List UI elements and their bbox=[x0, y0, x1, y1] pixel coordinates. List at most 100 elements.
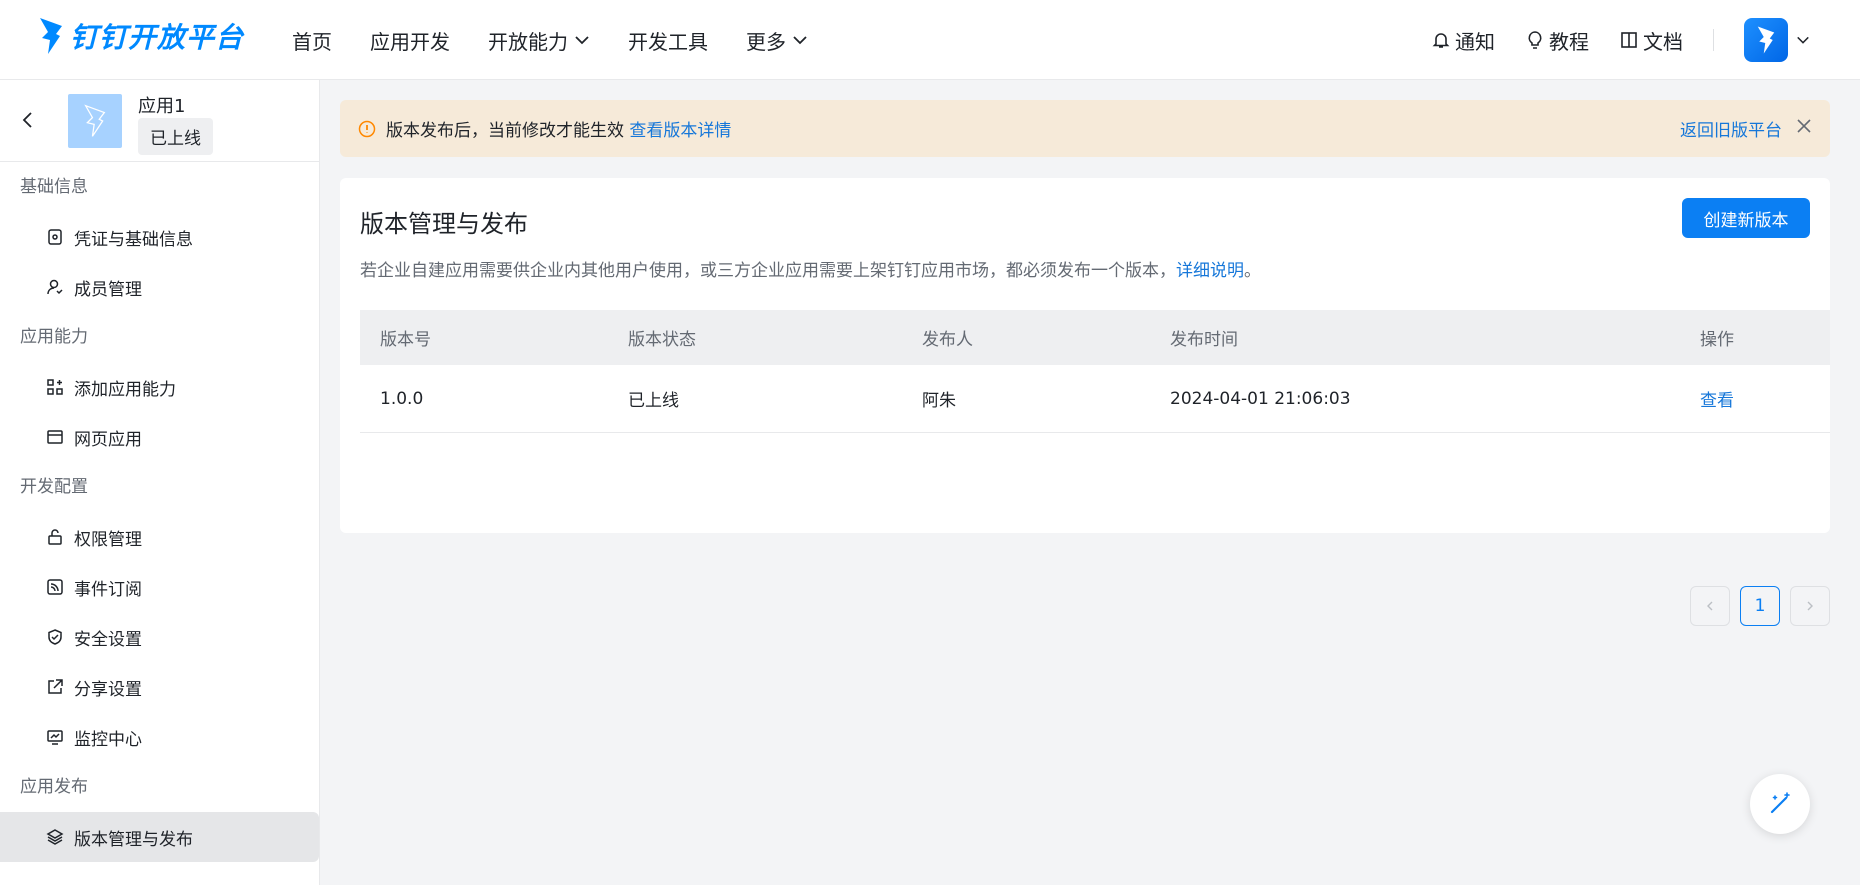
main-nav: 首页 应用开发 开放能力 开发工具 更多 bbox=[292, 0, 846, 80]
magic-wand-icon bbox=[1770, 792, 1790, 814]
nav-item-label: 首页 bbox=[292, 29, 332, 54]
avatar bbox=[1744, 18, 1788, 62]
layers-icon bbox=[46, 829, 64, 845]
nav-item-label: 开发工具 bbox=[628, 29, 708, 54]
dingtalk-bird-icon bbox=[40, 18, 62, 54]
column-header: 版本号 bbox=[380, 330, 431, 350]
sidebar-item-web-app[interactable]: 网页应用 bbox=[0, 412, 319, 462]
view-version-details-link[interactable]: 查看版本详情 bbox=[629, 121, 731, 141]
version-card: 版本管理与发布 创建新版本 若企业自建应用需要供企业内其他用户使用，或三方企业应… bbox=[340, 178, 1830, 626]
brand-name: 钉钉开放平台 bbox=[70, 21, 245, 54]
banner-actions: 返回旧版平台 bbox=[1680, 100, 1812, 157]
dingtalk-bird-icon bbox=[1757, 26, 1775, 54]
nav-item-open-capability[interactable]: 开放能力 bbox=[488, 26, 590, 55]
docs-label: 文档 bbox=[1643, 29, 1683, 54]
column-header: 操作 bbox=[1700, 330, 1734, 350]
view-button[interactable]: 查看 bbox=[1680, 386, 1830, 411]
page-number-button[interactable]: 1 bbox=[1740, 586, 1780, 626]
user-icon bbox=[47, 279, 63, 295]
sidebar-item-permissions[interactable]: 权限管理 bbox=[0, 512, 319, 562]
banner-message: 版本发布后，当前修改才能生效 bbox=[386, 121, 624, 141]
brand-logo[interactable]: 钉钉开放平台 bbox=[38, 16, 244, 56]
nav-item-label: 更多 bbox=[746, 29, 786, 54]
notify-link[interactable]: 通知 bbox=[1431, 26, 1495, 55]
sidebar-item-members[interactable]: 成员管理 bbox=[0, 262, 319, 312]
dingtalk-bird-icon bbox=[84, 104, 106, 137]
user-menu[interactable] bbox=[1714, 18, 1810, 62]
status-badge: 已上线 bbox=[138, 118, 213, 155]
shield-icon bbox=[48, 629, 62, 645]
pagination: 1 bbox=[1680, 586, 1830, 626]
sidebar-item-credentials[interactable]: 凭证与基础信息 bbox=[0, 212, 319, 262]
cell-version: 1.0.0 bbox=[380, 388, 424, 409]
sidebar: 应用1 已上线 基础信息 凭证与基础信息 成员管理 应用能力 添加应用能力 网页… bbox=[0, 80, 320, 885]
apps-add-icon bbox=[47, 379, 63, 395]
next-page-button[interactable] bbox=[1790, 586, 1830, 626]
page-description: 若企业自建应用需要供企业内其他用户使用，或三方企业应用需要上架钉钉应用市场，都必… bbox=[360, 256, 1261, 281]
notice-banner: 版本发布后，当前修改才能生效 查看版本详情 返回旧版平台 bbox=[340, 100, 1830, 157]
app-header: 应用1 已上线 bbox=[0, 80, 319, 162]
back-button[interactable] bbox=[20, 110, 36, 134]
description-text: 若企业自建应用需要供企业内其他用户使用，或三方企业应用需要上架钉钉应用市场，都必… bbox=[360, 261, 1176, 281]
sidebar-item-label: 权限管理 bbox=[74, 529, 142, 550]
tutorial-label: 教程 bbox=[1549, 29, 1589, 54]
ai-assistant-button[interactable] bbox=[1750, 774, 1810, 834]
cell-time: 2024-04-01 21:06:03 bbox=[1170, 388, 1351, 409]
bell-icon bbox=[1432, 33, 1450, 48]
right-nav: 通知 教程 文档 bbox=[1401, 0, 1810, 80]
cell-publisher: 阿朱 bbox=[922, 391, 956, 411]
sidebar-item-label: 成员管理 bbox=[74, 279, 142, 300]
book-icon bbox=[1621, 32, 1637, 48]
page-title: 版本管理与发布 bbox=[360, 210, 528, 238]
sidebar-item-monitor[interactable]: 监控中心 bbox=[0, 712, 319, 762]
column-header: 发布时间 bbox=[1170, 330, 1238, 350]
chevron-left-icon bbox=[22, 112, 32, 128]
sidebar-item-add-capability[interactable]: 添加应用能力 bbox=[0, 362, 319, 412]
close-icon bbox=[1797, 119, 1811, 133]
monitor-icon bbox=[47, 730, 63, 745]
sidebar-item-label: 凭证与基础信息 bbox=[74, 229, 193, 250]
external-link-icon bbox=[48, 679, 63, 694]
sidebar-group-dev-config: 开发配置 bbox=[20, 477, 88, 497]
sidebar-item-label: 添加应用能力 bbox=[74, 379, 176, 400]
create-version-button[interactable]: 创建新版本 bbox=[1682, 198, 1810, 238]
sidebar-item-label: 事件订阅 bbox=[74, 579, 142, 600]
column-header: 发布人 bbox=[922, 330, 973, 350]
top-navbar: 钉钉开放平台 首页 应用开发 开放能力 开发工具 更多 通知 教程 文档 bbox=[0, 0, 1860, 80]
prev-page-button[interactable] bbox=[1690, 586, 1730, 626]
nav-item-dev-tools[interactable]: 开发工具 bbox=[628, 26, 708, 55]
sidebar-item-events[interactable]: 事件订阅 bbox=[0, 562, 319, 612]
lightbulb-icon bbox=[1528, 31, 1542, 49]
nav-item-label: 应用开发 bbox=[370, 29, 450, 54]
nav-item-more[interactable]: 更多 bbox=[746, 26, 808, 55]
table-row: 1.0.0 已上线 阿朱 2024-04-01 21:06:03 查看 bbox=[360, 365, 1830, 433]
close-button[interactable] bbox=[1796, 118, 1812, 139]
banner-text: 版本发布后，当前修改才能生效 查看版本详情 bbox=[386, 116, 731, 141]
sidebar-item-versions[interactable]: 版本管理与发布 bbox=[0, 812, 319, 862]
back-to-old-platform-link[interactable]: 返回旧版平台 bbox=[1680, 116, 1782, 141]
details-link[interactable]: 详细说明 bbox=[1176, 261, 1244, 281]
sidebar-item-label: 网页应用 bbox=[74, 429, 142, 450]
info-icon bbox=[358, 120, 376, 137]
sidebar-group-capability: 应用能力 bbox=[20, 327, 88, 347]
sidebar-item-label: 分享设置 bbox=[74, 679, 142, 700]
browser-icon bbox=[47, 430, 63, 444]
chevron-left-icon bbox=[1707, 601, 1713, 611]
column-header: 版本状态 bbox=[628, 330, 696, 350]
tutorial-link[interactable]: 教程 bbox=[1525, 26, 1589, 55]
chevron-down-icon bbox=[575, 36, 589, 45]
nav-item-home[interactable]: 首页 bbox=[292, 26, 332, 55]
nav-item-label: 开放能力 bbox=[488, 29, 568, 54]
notify-label: 通知 bbox=[1455, 29, 1495, 54]
sidebar-item-label: 版本管理与发布 bbox=[74, 829, 193, 850]
sidebar-item-share[interactable]: 分享设置 bbox=[0, 662, 319, 712]
versions-table: 版本号 版本状态 发布人 发布时间 操作 1.0.0 已上线 阿朱 2024-0… bbox=[360, 310, 1830, 626]
rss-icon bbox=[47, 579, 63, 595]
docs-link[interactable]: 文档 bbox=[1619, 26, 1683, 55]
sidebar-group-publish: 应用发布 bbox=[20, 777, 88, 797]
nav-item-app-dev[interactable]: 应用开发 bbox=[370, 26, 450, 55]
chevron-down-icon bbox=[793, 36, 807, 45]
sidebar-group-basic: 基础信息 bbox=[20, 177, 88, 197]
credential-icon bbox=[48, 229, 62, 245]
sidebar-item-security[interactable]: 安全设置 bbox=[0, 612, 319, 662]
